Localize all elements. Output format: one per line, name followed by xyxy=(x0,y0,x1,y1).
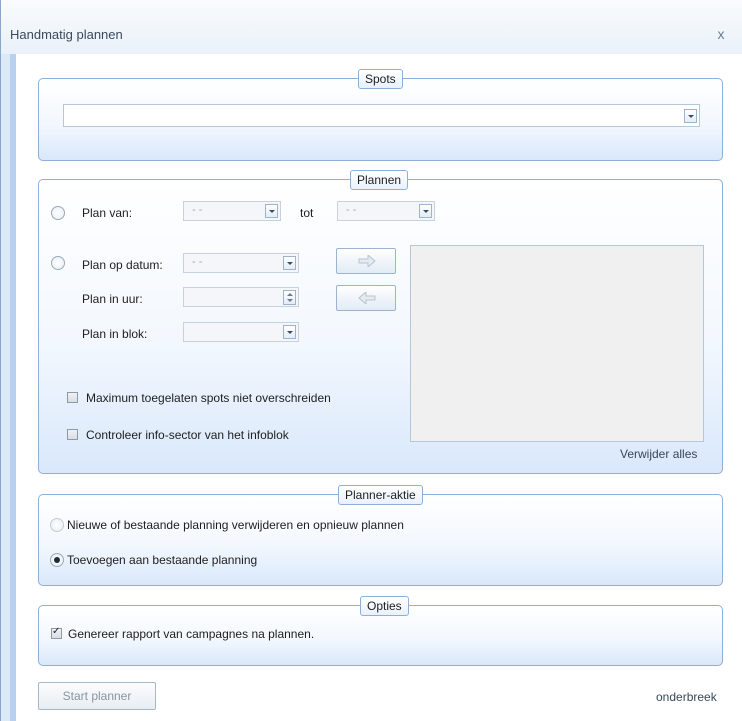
chevron-down-icon[interactable] xyxy=(265,204,278,218)
dialog-title: Handmatig plannen xyxy=(10,27,123,42)
chevron-down-icon[interactable] xyxy=(419,204,432,218)
plan-op-datum-date[interactable]: - - xyxy=(183,253,299,273)
controleer-checkbox[interactable] xyxy=(67,429,78,440)
dates-listbox[interactable] xyxy=(410,245,704,442)
plan-in-blok-dropdown[interactable] xyxy=(183,322,299,342)
spots-group: Spots xyxy=(38,69,723,161)
planner-actie-legend: Planner-aktie xyxy=(338,485,423,505)
opties-legend: Opties xyxy=(360,596,409,616)
close-icon[interactable]: x xyxy=(713,26,729,42)
max-spots-label: Maximum toegelaten spots niet overschrei… xyxy=(86,391,331,405)
chevron-down-icon[interactable] xyxy=(684,109,697,123)
add-planning-radio[interactable] xyxy=(50,553,64,567)
opties-group: Opties Genereer rapport van campagnes na… xyxy=(38,596,723,666)
plan-van-value: - - xyxy=(192,204,203,216)
plan-van-label: Plan van: xyxy=(82,206,133,220)
plan-van-radio[interactable] xyxy=(51,206,65,220)
add-date-button[interactable] xyxy=(336,248,396,274)
remove-date-button[interactable] xyxy=(336,285,396,311)
tot-value: - - xyxy=(346,204,357,216)
plan-in-uur-spinner[interactable] xyxy=(183,287,299,307)
plannen-group: Plannen Plan van: - - tot - - Plan op da… xyxy=(38,170,723,474)
plannen-legend: Plannen xyxy=(350,170,409,190)
spots-legend: Spots xyxy=(358,69,403,89)
controleer-label: Controleer info-sector van het infoblok xyxy=(86,428,289,442)
arrow-left-icon xyxy=(358,292,376,304)
arrow-right-icon xyxy=(358,255,376,267)
plan-op-datum-label: Plan op datum: xyxy=(82,258,163,272)
dialog-window: Handmatig plannen x Spots Plannen Plan v… xyxy=(0,0,742,721)
plan-in-blok-label: Plan in blok: xyxy=(82,327,148,341)
chevron-down-icon[interactable] xyxy=(283,325,296,339)
max-spots-checkbox[interactable] xyxy=(67,392,78,403)
spots-dropdown[interactable] xyxy=(63,104,700,127)
plan-in-uur-label: Plan in uur: xyxy=(82,292,143,306)
genereer-rapport-checkbox[interactable] xyxy=(51,626,62,639)
cancel-link[interactable]: onderbreek xyxy=(656,690,717,704)
tot-label: tot xyxy=(300,206,314,220)
planner-actie-group: Planner-aktie Nieuwe of bestaande planni… xyxy=(38,485,723,586)
genereer-rapport-label: Genereer rapport van campagnes na planne… xyxy=(68,627,315,641)
tot-date[interactable]: - - xyxy=(337,201,435,221)
add-planning-label: Toevoegen aan bestaande planning xyxy=(67,553,258,567)
plan-op-datum-value: - - xyxy=(192,256,203,268)
dialog-content: Spots Plannen Plan van: - - tot - - Plan… xyxy=(16,54,742,721)
chevron-down-icon[interactable] xyxy=(283,256,296,270)
spinner-arrows-icon[interactable] xyxy=(283,290,296,305)
title-bar: Handmatig plannen x xyxy=(1,0,742,54)
plan-van-date[interactable]: - - xyxy=(183,201,281,221)
replace-planning-label: Nieuwe of bestaande planning verwijderen… xyxy=(67,518,404,532)
replace-planning-radio[interactable] xyxy=(50,518,64,532)
plan-op-datum-radio[interactable] xyxy=(51,256,65,270)
verwijder-alles-link[interactable]: Verwijder alles xyxy=(620,447,697,461)
start-planner-button[interactable]: Start planner xyxy=(38,682,156,710)
